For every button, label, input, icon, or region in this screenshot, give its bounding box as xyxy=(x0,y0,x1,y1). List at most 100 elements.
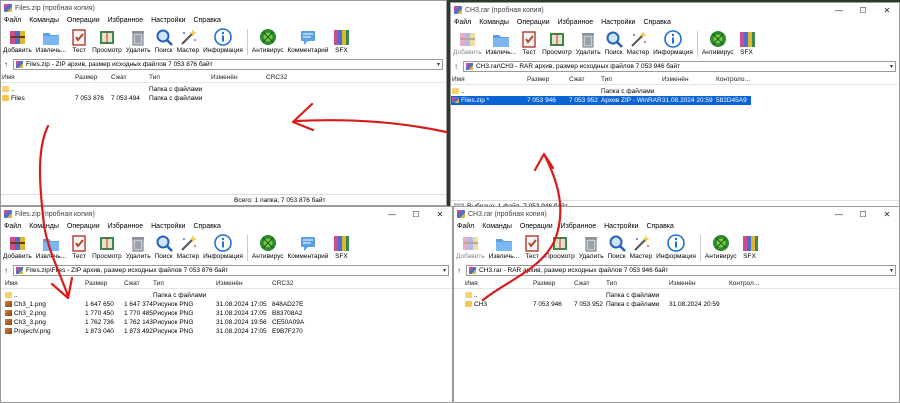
toolbar-button-test-clipboard[interactable]: Тест xyxy=(70,26,88,54)
table-row[interactable]: Ch3_3.png 1 762 736 1 762 143 Рисунок PNG 31… xyxy=(1,318,452,327)
title-bar[interactable]: CH3.rar (пробная копия) — ☐ ✕ xyxy=(451,3,899,17)
toolbar-button-sfx-books[interactable]: SFX xyxy=(332,26,350,54)
column-header-packed[interactable]: Сжат xyxy=(111,74,127,81)
menu-item[interactable]: Команды xyxy=(29,17,59,24)
parent-folder-row[interactable]: .. Папка с файлами xyxy=(454,291,899,300)
toolbar-button-delete-trash[interactable]: Удалить xyxy=(126,26,151,54)
menu-item[interactable]: Команды xyxy=(29,223,59,230)
column-header-name[interactable]: Имя xyxy=(452,76,465,83)
toolbar-button-delete-trash[interactable]: Удалить xyxy=(576,28,601,56)
window-files-zip-folder[interactable]: Files.zip (пробная копия) — ☐ ✕ Файл Кома… xyxy=(0,206,453,403)
toolbar-button-sfx-books[interactable]: SFX xyxy=(738,28,756,56)
column-header-type[interactable]: Тип xyxy=(149,74,160,81)
menu-item[interactable]: Операции xyxy=(67,17,100,24)
menu-item[interactable]: Избранное xyxy=(558,19,593,26)
window-ch3-rar-root[interactable]: CH3.rar (пробная копия) — ☐ ✕ Файл Команд… xyxy=(453,206,900,403)
up-arrow-icon[interactable]: ↑ xyxy=(4,60,13,69)
address-field[interactable]: CH3.rar\CH3 - RAR архив, размер исходных… xyxy=(463,61,896,72)
title-bar[interactable]: CH3.rar (пробная копия) — ☐ ✕ xyxy=(454,207,899,221)
up-arrow-icon[interactable]: ↑ xyxy=(454,62,463,71)
address-field[interactable]: Files.zip\Files - ZIP архив, размер исхо… xyxy=(13,265,449,276)
menu-item[interactable]: Справка xyxy=(646,223,673,230)
toolbar-button-comment[interactable]: Комментарий xyxy=(288,26,328,54)
chevron-down-icon[interactable]: ▾ xyxy=(890,267,893,274)
toolbar-button-extract-folder[interactable]: Извлечь... xyxy=(36,232,66,260)
table-row[interactable]: Files.zip * 7 053 946 7 053 952 Архив ZIP -… xyxy=(451,96,751,105)
chevron-down-icon[interactable]: ▾ xyxy=(443,267,446,274)
table-row[interactable]: ProjectV.png 1 873 040 1 873 492 Рисунок PN… xyxy=(1,327,452,336)
toolbar-button-test-clipboard[interactable]: Тест xyxy=(70,232,88,260)
toolbar-button-view-book[interactable]: Просмотр xyxy=(92,232,122,260)
close-icon[interactable]: ✕ xyxy=(428,207,452,221)
menu-item[interactable]: Файл xyxy=(454,19,471,26)
up-arrow-icon[interactable]: ↑ xyxy=(4,266,13,275)
toolbar-button-test-clipboard[interactable]: Тест xyxy=(520,28,538,56)
column-header-crc[interactable]: CRC32 xyxy=(272,280,293,287)
column-header-crc[interactable]: Контроло... xyxy=(716,76,750,83)
minimize-icon[interactable]: — xyxy=(380,207,404,221)
menu-item[interactable]: Файл xyxy=(4,17,21,24)
toolbar-button-search-magnifier[interactable]: Поиск xyxy=(155,26,173,54)
toolbar-button-sfx-books[interactable]: SFX xyxy=(741,232,759,260)
column-header-packed[interactable]: Сжат xyxy=(574,280,590,287)
column-header-modified[interactable]: Изменён xyxy=(216,280,243,287)
toolbar-button-add-archive[interactable]: Добавить xyxy=(3,232,32,260)
toolbar-button-search-magnifier[interactable]: Поиск xyxy=(605,28,623,56)
menu-item[interactable]: Команды xyxy=(482,223,512,230)
title-bar[interactable]: Files.zip (пробная копия) — ☐ ✕ xyxy=(1,207,452,221)
menu-item[interactable]: Операции xyxy=(67,223,100,230)
chevron-down-icon[interactable]: ▾ xyxy=(437,61,440,68)
menu-item[interactable]: Избранное xyxy=(108,17,143,24)
table-row[interactable]: Ch3_2.png 1 770 450 1 770 485 Рисунок PNG 31… xyxy=(1,309,452,318)
toolbar-button-extract-folder[interactable]: Извлечь... xyxy=(489,232,519,260)
column-header-crc[interactable]: Контрол... xyxy=(729,280,759,287)
toolbar-button-add-archive[interactable]: Добавить xyxy=(453,28,482,56)
column-header-size[interactable]: Размер xyxy=(75,74,97,81)
toolbar-button-add-archive[interactable]: Добавить xyxy=(456,232,485,260)
toolbar-button-antivirus-bug[interactable]: Антивирус xyxy=(702,28,734,56)
menu-item[interactable]: Справка xyxy=(193,17,220,24)
toolbar-button-view-book[interactable]: Просмотр xyxy=(545,232,575,260)
window-files-zip-root[interactable]: Files.zip (пробная копия) Файл Команды Опе… xyxy=(0,0,447,206)
toolbar-button-search-magnifier[interactable]: Поиск xyxy=(155,232,173,260)
menu-item[interactable]: Операции xyxy=(517,19,550,26)
menu-item[interactable]: Файл xyxy=(4,223,21,230)
menu-item[interactable]: Избранное xyxy=(108,223,143,230)
window-ch3-rar-subfolder[interactable]: CH3.rar (пробная копия) — ☐ ✕ Файл Команд… xyxy=(450,2,900,212)
menu-item[interactable]: Настройки xyxy=(604,223,638,230)
column-header-name[interactable]: Имя xyxy=(5,280,18,287)
title-bar[interactable]: Files.zip (пробная копия) xyxy=(1,1,446,15)
column-header-modified[interactable]: Изменён xyxy=(211,74,238,81)
toolbar-button-view-book[interactable]: Просмотр xyxy=(92,26,122,54)
menu-item[interactable]: Настройки xyxy=(151,223,185,230)
toolbar-button-test-clipboard[interactable]: Тест xyxy=(523,232,541,260)
menu-item[interactable]: Справка xyxy=(193,223,220,230)
toolbar-button-sfx-books[interactable]: SFX xyxy=(332,232,350,260)
chevron-down-icon[interactable]: ▾ xyxy=(890,63,893,70)
toolbar-button-wizard-wand[interactable]: Мастер xyxy=(177,232,199,260)
menu-item[interactable]: Настройки xyxy=(601,19,635,26)
column-header-packed[interactable]: Сжат xyxy=(569,76,585,83)
table-row[interactable]: Files 7 053 876 7 053 494 Папка с файлами xyxy=(1,94,446,103)
column-header-name[interactable]: Имя xyxy=(465,280,478,287)
toolbar-button-search-magnifier[interactable]: Поиск xyxy=(608,232,626,260)
table-row[interactable]: Ch3_1.png 1 647 650 1 647 374 Рисунок PNG 31… xyxy=(1,300,452,309)
toolbar-button-wizard-wand[interactable]: Мастер xyxy=(627,28,649,56)
column-header-size[interactable]: Размер xyxy=(527,76,549,83)
toolbar-button-info[interactable]: Информация xyxy=(203,26,243,54)
up-arrow-icon[interactable]: ↑ xyxy=(457,266,466,275)
toolbar-button-extract-folder[interactable]: Извлечь... xyxy=(36,26,66,54)
column-header-size[interactable]: Размер xyxy=(85,280,107,287)
address-field[interactable]: CH3.rar - RAR архив, размер исходных фай… xyxy=(466,265,896,276)
toolbar-button-antivirus-bug[interactable]: Антивирус xyxy=(252,232,284,260)
minimize-icon[interactable]: — xyxy=(827,207,851,221)
toolbar-button-wizard-wand[interactable]: Мастер xyxy=(177,26,199,54)
maximize-icon[interactable]: ☐ xyxy=(851,3,875,17)
toolbar-button-extract-folder[interactable]: Извлечь... xyxy=(486,28,516,56)
minimize-icon[interactable]: — xyxy=(827,3,851,17)
close-icon[interactable]: ✕ xyxy=(875,207,899,221)
close-icon[interactable]: ✕ xyxy=(875,3,899,17)
menu-item[interactable]: Избранное xyxy=(561,223,596,230)
toolbar-button-delete-trash[interactable]: Удалить xyxy=(579,232,604,260)
menu-item[interactable]: Файл xyxy=(457,223,474,230)
